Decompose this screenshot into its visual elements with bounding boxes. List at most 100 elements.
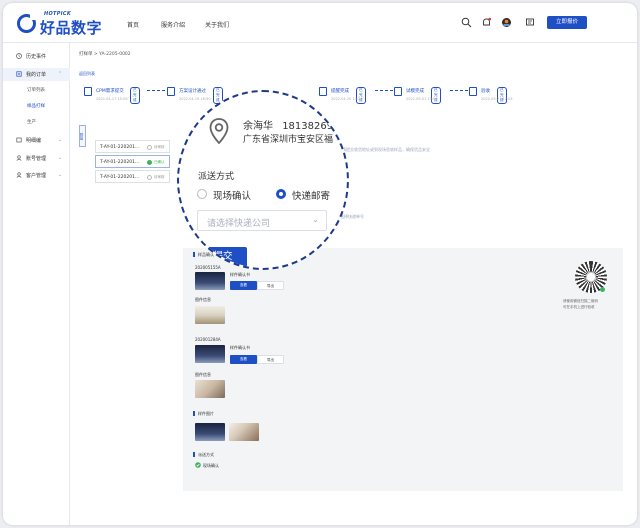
sidebar-item-label: 历史事件 [26,54,47,60]
location-pin-icon [209,118,229,144]
sku-item[interactable]: T-AY-01-220201... 待审核 [95,140,170,153]
design-thumbnail[interactable] [195,423,225,441]
sidebar-item-label: 我的订单 [26,72,47,78]
logo-main-text: 好品数字 [40,19,103,37]
confirm-label: 样件确认书 [230,272,250,277]
sample-id: 202001284A [195,337,221,342]
view-button[interactable]: 查看 [230,281,257,290]
radio-onsite[interactable] [197,189,207,199]
customer-icon [16,172,22,178]
submit-button[interactable]: 提交 [199,247,247,267]
step-status-badge: 已完成 [431,87,441,104]
step-date: 2022-05-01 13:09 [406,97,438,101]
sample-thumbnail[interactable] [195,345,225,363]
sidebar-sub-sample[interactable]: 样品打样 [27,103,45,109]
document-icon [167,87,175,96]
account-icon [16,155,22,161]
sku-state: 待审核 [154,175,165,179]
recipient-line: 余海华 181382695 [243,117,339,132]
chevron-up-icon: ⌃ [58,71,63,77]
courier-select[interactable]: 请选择快递公司 ⌄ [197,210,327,231]
avatar-icon[interactable] [501,17,512,28]
qr-caption-line: 请使用微信扫描二维码 [563,299,598,303]
export-button[interactable]: 导出 [257,355,284,364]
sidebar-item-label: 明细编 [26,138,42,144]
design-thumbnail[interactable] [229,423,259,441]
delivery-method-title: 派送方式 [198,172,235,182]
sidebar-item-account[interactable]: 账号管理 ⌄ [3,152,70,165]
step-status-badge: 已完成 [497,87,507,104]
radio-onsite-label: 现场确认 [213,191,252,202]
sidebar-sub-order-list[interactable]: 订单列表 [27,87,45,93]
history-icon [16,53,22,59]
qr-logo [586,272,596,282]
chevron-down-icon: ⌄ [58,172,63,178]
sku-item-selected[interactable]: T-AY-01-220201... 已确认 [95,155,170,168]
chevron-down-icon: ⌄ [58,137,63,143]
document-icon [84,87,92,96]
document-icon [394,87,402,96]
section-delivery-title: 派送方式 [193,452,214,457]
chevron-down-icon: ⌄ [58,155,63,161]
sidebar-item-detail[interactable]: 明细编 ⌄ [3,134,70,147]
message-icon[interactable] [525,17,536,28]
order-icon [16,71,22,77]
export-button[interactable]: 导出 [257,281,284,290]
sku-code: T-AY-01-220201... [100,160,140,165]
sku-item[interactable]: T-AY-01-220201... 待审核 [95,170,170,183]
document-icon [469,87,477,96]
top-header: HOTPICK 好品数字 首页 服务介绍 关于我们 立即报价 [3,3,637,43]
step-connector [450,90,468,91]
detail-icon [16,137,22,143]
get-quote-button[interactable]: 立即报价 [547,16,587,29]
step-connector [147,90,165,91]
delivery-method-value: 现场确认 [203,463,219,468]
sidebar-item-label: 账号管理 [26,156,47,162]
recipient-name: 余海华 [243,121,273,132]
bell-icon[interactable] [481,17,492,28]
section-design-title: 样件图片 [193,411,214,416]
sku-state: 待审核 [154,145,165,149]
step-name: 验收 [481,89,490,94]
sidebar-sub-production[interactable]: 生产 [27,119,36,125]
qr-badge-icon [600,287,605,292]
step-status-badge: 已完成 [356,87,366,104]
search-icon[interactable] [461,17,472,28]
breadcrumb: 打样单 > YA-2205-0002 [79,52,131,57]
check-icon [147,160,152,165]
step-name: CPM需求提交 [96,89,124,94]
status-dot-icon [147,175,152,180]
status-dot-icon [147,145,152,150]
sidebar-item-label: 客户管理 [26,173,47,179]
radio-express-label: 快递邮寄 [292,191,331,202]
image-thumbnail[interactable] [195,380,225,398]
check-circle-icon [195,462,201,468]
courier-select-placeholder: 请选择快递公司 [207,219,271,229]
radio-express[interactable] [276,189,286,199]
nav-home[interactable]: 首页 [127,20,139,29]
main-content: 打样单 > YA-2205-0002 返回列表 CPM需求提交 已完成 2022… [70,43,637,525]
sku-code: T-AY-01-220201... [100,145,140,150]
step-date: 2022-05-21 17:05 [481,97,513,101]
recipient-address: 广东省深圳市宝安区福 [243,135,334,145]
notice-text: 请提交收货地址或到现场验收样品，确保货品安全 [342,147,430,152]
chevron-down-icon: ⌄ [312,215,319,224]
nav-about[interactable]: 关于我们 [205,20,229,29]
step-connector [375,90,393,91]
nav-services[interactable]: 服务介绍 [161,20,185,29]
view-button[interactable]: 查看 [230,355,257,364]
step-name: 试模完成 [406,89,424,94]
sidebar-item-history[interactable]: 历史事件 [3,50,70,63]
back-to-list-link[interactable]: 返回列表 [79,71,95,77]
sample-vertical-tab[interactable]: 样品 [79,125,86,147]
confirm-label: 样件确认书 [230,345,250,350]
sample-thumbnail[interactable] [195,272,225,290]
image-thumbnail[interactable] [195,306,225,324]
sidebar-item-orders[interactable]: 我的订单 ⌃ [3,68,70,81]
qr-caption-line: 可在手机上进行验收 [563,305,595,309]
sidebar-item-customer[interactable]: 客户管理 ⌄ [3,169,70,182]
step-date: 2022-04-17 15:06 [96,97,128,101]
sku-code: T-AY-01-220201... [100,175,140,180]
sku-state: 已确认 [154,160,165,164]
app-window: HOTPICK 好品数字 首页 服务介绍 关于我们 立即报价 历史事件 我的订单… [3,3,637,525]
